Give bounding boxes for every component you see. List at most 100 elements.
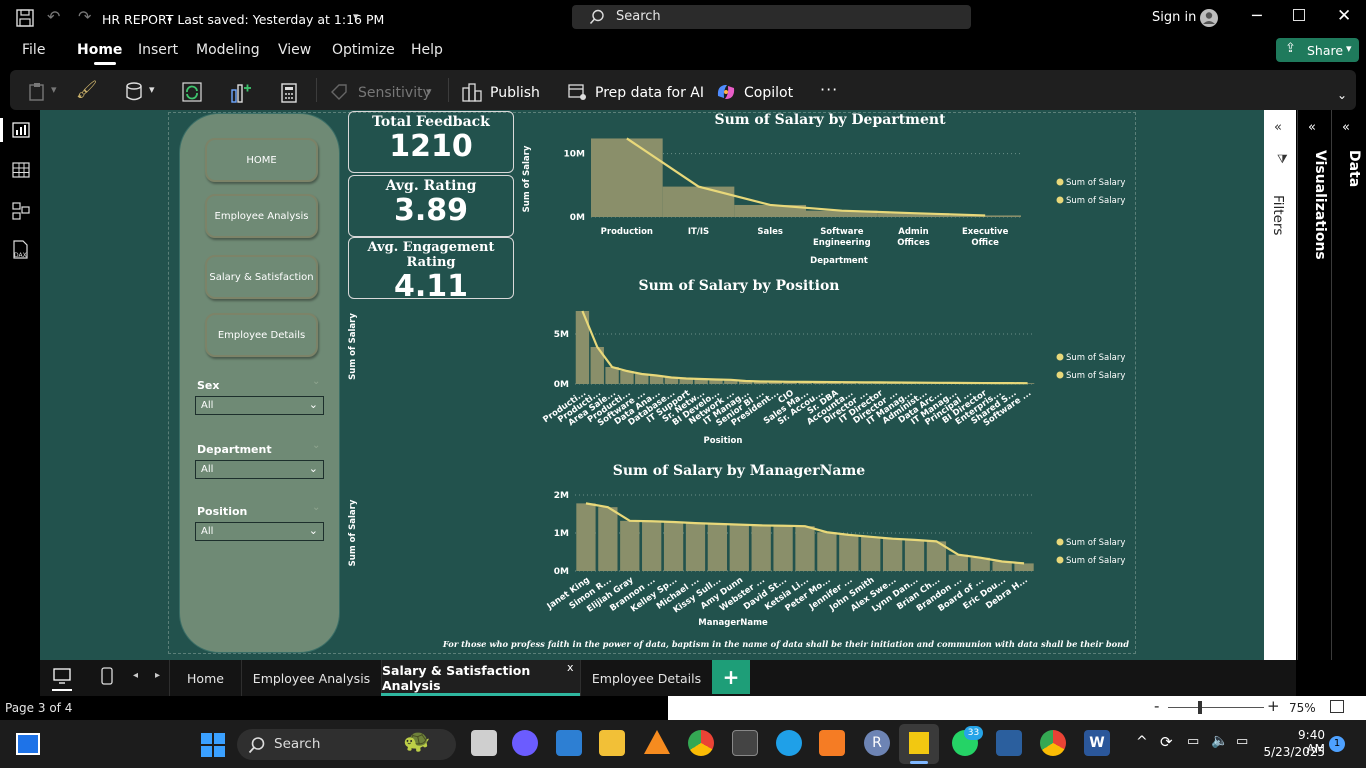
edge-icon[interactable] [776, 730, 802, 756]
volume-icon[interactable]: 🔈 [1211, 733, 1228, 749]
powerbi-active-tile[interactable] [899, 724, 939, 764]
add-page-button[interactable]: + [712, 660, 750, 694]
meet-icon[interactable] [512, 730, 538, 756]
tab-employee-analysis[interactable]: Employee Analysis [241, 660, 381, 696]
get-data-icon[interactable] [124, 81, 146, 103]
calculator-icon[interactable] [281, 83, 297, 103]
tab-employee-details[interactable]: Employee Details [580, 660, 712, 696]
format-painter-icon[interactable]: 🖌 [76, 80, 98, 100]
battery-icon[interactable]: ▭ [1236, 734, 1248, 749]
prep-data-button[interactable]: Prep data for AI [595, 85, 704, 101]
task-view-icon[interactable] [471, 730, 497, 756]
maximize-icon[interactable] [1293, 9, 1305, 21]
share-button[interactable]: ⇪ Share ▾ [1276, 38, 1359, 62]
copilot-button[interactable]: Copilot [744, 85, 793, 101]
windows-start-icon[interactable] [201, 733, 225, 757]
network-icon[interactable]: ▭ [1187, 734, 1199, 749]
ssms-icon[interactable] [996, 730, 1022, 756]
nav-employee-analysis-button[interactable]: Employee Analysis [205, 194, 318, 238]
menu-modeling[interactable]: Modeling [196, 42, 260, 58]
report-view-icon[interactable] [12, 122, 30, 138]
zoom-slider-thumb[interactable] [1198, 701, 1202, 714]
chrome-icon[interactable] [688, 730, 714, 756]
xampp-icon[interactable] [819, 730, 845, 756]
account-icon[interactable] [1199, 8, 1219, 28]
visualizations-label[interactable]: Visualizations [1312, 150, 1328, 260]
collapse-icon[interactable]: « [1308, 120, 1316, 135]
menu-home[interactable]: Home [77, 42, 122, 58]
terminal-icon[interactable] [732, 730, 758, 756]
chevron-down-icon[interactable]: ▾ [353, 10, 359, 23]
search-box[interactable]: Search [572, 5, 971, 29]
tab-salary-satisfaction-analysis[interactable]: Salary & Satisfaction Analysis [381, 660, 580, 696]
store-icon[interactable] [556, 730, 582, 756]
sync-icon[interactable]: ⟳ [1160, 733, 1173, 751]
salary-by-manager-chart[interactable]: 0M1M2MSum of SalaryJanet KingSimon R...E… [345, 481, 1135, 631]
chevron-down-icon[interactable]: ▾ [51, 83, 57, 96]
menu-file[interactable]: File [22, 42, 45, 58]
copilot-icon[interactable] [715, 82, 737, 102]
nav-home-button[interactable]: HOME [205, 138, 318, 182]
kpi-avg-engagement-rating[interactable]: Avg. Engagement Rating 4.11 [348, 237, 514, 304]
prep-data-icon[interactable] [568, 83, 586, 101]
sensitivity-button[interactable]: Sensitivity [358, 85, 431, 101]
nav-employee-details-button[interactable]: Employee Details [205, 313, 318, 357]
data-label[interactable]: Data [1346, 150, 1362, 187]
sensitivity-icon[interactable] [330, 83, 348, 101]
chevron-down-icon: ⌄ [308, 398, 318, 411]
salary-by-department-chart[interactable]: 0M 10M Sum of Salary Production IT/IS Sales So… [521, 131, 1135, 267]
publish-button[interactable]: Publish [490, 85, 540, 101]
menu-view[interactable]: View [278, 42, 311, 58]
refresh-icon[interactable] [182, 82, 204, 102]
department-slicer[interactable]: All ⌄ [195, 460, 324, 479]
save-icon[interactable] [16, 9, 34, 27]
collapse-icon[interactable]: « [1342, 120, 1350, 135]
taskbar-search[interactable]: Search 🐢 [237, 729, 456, 760]
kpi-avg-rating[interactable]: Avg. Rating 3.89 [348, 175, 514, 237]
mobile-layout-icon[interactable] [101, 667, 113, 685]
fit-to-page-icon[interactable] [1330, 700, 1344, 713]
zoom-in-icon[interactable]: + [1267, 697, 1280, 715]
word-icon[interactable]: W [1084, 730, 1110, 756]
chevron-down-icon[interactable]: ▾ [426, 85, 432, 98]
r-icon[interactable]: R [864, 730, 890, 756]
minimize-icon[interactable]: ─ [1252, 6, 1262, 25]
new-visual-icon[interactable] [230, 82, 252, 104]
filters-pane[interactable]: « ⧩ Filters [1264, 110, 1296, 660]
file-explorer-icon[interactable] [599, 730, 625, 756]
table-view-icon[interactable] [12, 162, 30, 178]
nav-salary-satisfaction-button[interactable]: Salary & Satisfaction [205, 255, 318, 299]
zoom-slider-track[interactable] [1168, 707, 1264, 708]
kpi-total-feedback[interactable]: Total Feedback 1210 [348, 111, 514, 173]
model-view-icon[interactable] [12, 202, 30, 220]
close-icon[interactable]: ✕ [1337, 6, 1351, 26]
dax-query-icon[interactable]: DAX [11, 240, 31, 260]
vlc-icon[interactable] [644, 730, 670, 754]
chrome-profile-icon[interactable] [1040, 730, 1066, 756]
previous-page-icon[interactable]: ◂ [133, 670, 138, 681]
menu-insert[interactable]: Insert [138, 42, 178, 58]
paste-icon[interactable] [28, 82, 48, 102]
chevron-down-icon[interactable]: ⌄ [1337, 88, 1347, 102]
chevron-up-icon[interactable]: ^ [1136, 734, 1148, 750]
collapse-icon[interactable]: « [1274, 120, 1282, 135]
sign-in-button[interactable]: Sign in [1152, 10, 1196, 25]
chevron-down-icon[interactable]: ▾ [149, 83, 155, 96]
position-slicer[interactable]: All ⌄ [195, 522, 324, 541]
salary-by-position-chart[interactable]: 0M5MSum of SalaryProducti...Producti...A… [345, 297, 1135, 447]
publish-icon[interactable] [462, 82, 482, 102]
notification-badge[interactable]: 1 [1329, 736, 1345, 752]
menu-optimize[interactable]: Optimize [332, 42, 395, 58]
next-page-icon[interactable]: ▸ [155, 670, 160, 681]
clock-date[interactable]: 5/23/2025 [1262, 745, 1325, 759]
desktop-layout-icon[interactable] [53, 668, 71, 684]
redo-icon[interactable]: ↷ [78, 7, 91, 26]
widgets-icon[interactable] [16, 733, 40, 755]
zoom-out-icon[interactable]: - [1154, 697, 1159, 715]
sex-slicer[interactable]: All ⌄ [195, 396, 324, 415]
more-options-icon[interactable]: ··· [820, 80, 838, 99]
menu-help[interactable]: Help [411, 42, 443, 58]
close-tab-icon[interactable]: x [567, 661, 574, 674]
tab-home[interactable]: Home [169, 660, 241, 696]
undo-icon[interactable]: ↶ [47, 7, 60, 26]
